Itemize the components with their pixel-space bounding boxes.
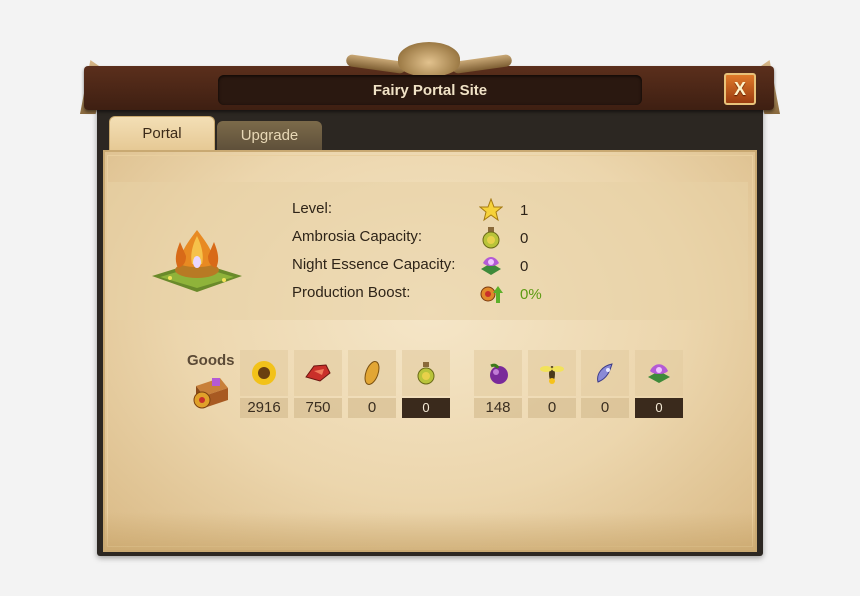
good-count: 750 bbox=[294, 398, 342, 418]
good-ambrosia[interactable]: 0 bbox=[402, 350, 450, 418]
lion-crest-icon bbox=[398, 42, 460, 76]
good-count: 0 bbox=[402, 398, 450, 418]
level-label: Level: bbox=[292, 200, 333, 217]
cocoon-icon bbox=[364, 361, 380, 385]
ambrosia-capacity-value: 0 bbox=[520, 230, 529, 247]
good-cocoon[interactable]: 0 bbox=[348, 350, 396, 418]
good-count: 0 bbox=[348, 398, 396, 418]
night-essence-capacity-label: Night Essence Capacity: bbox=[292, 256, 456, 273]
title-plate: Fairy Portal Site bbox=[218, 75, 642, 105]
level-value: 1 bbox=[520, 202, 529, 219]
goods-label: Goods bbox=[187, 352, 235, 369]
goods-chest-icon bbox=[193, 378, 228, 409]
good-ruby[interactable]: 750 bbox=[294, 350, 342, 418]
plum-icon bbox=[490, 363, 508, 384]
ambrosia-icon bbox=[482, 227, 500, 249]
fairy-portal-building-icon bbox=[152, 230, 242, 292]
star-icon bbox=[479, 198, 503, 222]
good-count: 0 bbox=[528, 398, 576, 418]
good-firefly[interactable]: 0 bbox=[528, 350, 576, 418]
good-count: 148 bbox=[474, 398, 522, 418]
production-boost-value: 0% bbox=[520, 286, 542, 303]
fairy-dust-icon bbox=[597, 363, 613, 383]
sunflower-icon bbox=[252, 361, 276, 385]
good-night-essence[interactable]: 0 bbox=[635, 350, 683, 418]
night-essence-icon bbox=[648, 364, 670, 383]
firefly-icon bbox=[540, 366, 564, 384]
good-plum[interactable]: 148 bbox=[474, 350, 522, 418]
ambrosia-capacity-label: Ambrosia Capacity: bbox=[292, 228, 423, 245]
good-sunflower[interactable]: 2916 bbox=[240, 350, 288, 418]
close-button[interactable]: X bbox=[724, 73, 756, 105]
production-boost-label: Production Boost: bbox=[292, 284, 411, 301]
ambrosia-icon bbox=[417, 362, 435, 385]
tab-portal[interactable]: Portal bbox=[109, 116, 215, 150]
night-essence-capacity-value: 0 bbox=[520, 258, 529, 275]
ruby-icon bbox=[305, 364, 331, 382]
window-title: Fairy Portal Site bbox=[372, 81, 488, 99]
night-essence-icon bbox=[481, 257, 501, 275]
tab-upgrade[interactable]: Upgrade bbox=[217, 121, 322, 150]
good-count: 0 bbox=[581, 398, 629, 418]
good-count: 0 bbox=[635, 398, 683, 418]
good-fairy-dust[interactable]: 0 bbox=[581, 350, 629, 418]
production-boost-icon bbox=[480, 286, 503, 303]
good-count: 2916 bbox=[240, 398, 288, 418]
